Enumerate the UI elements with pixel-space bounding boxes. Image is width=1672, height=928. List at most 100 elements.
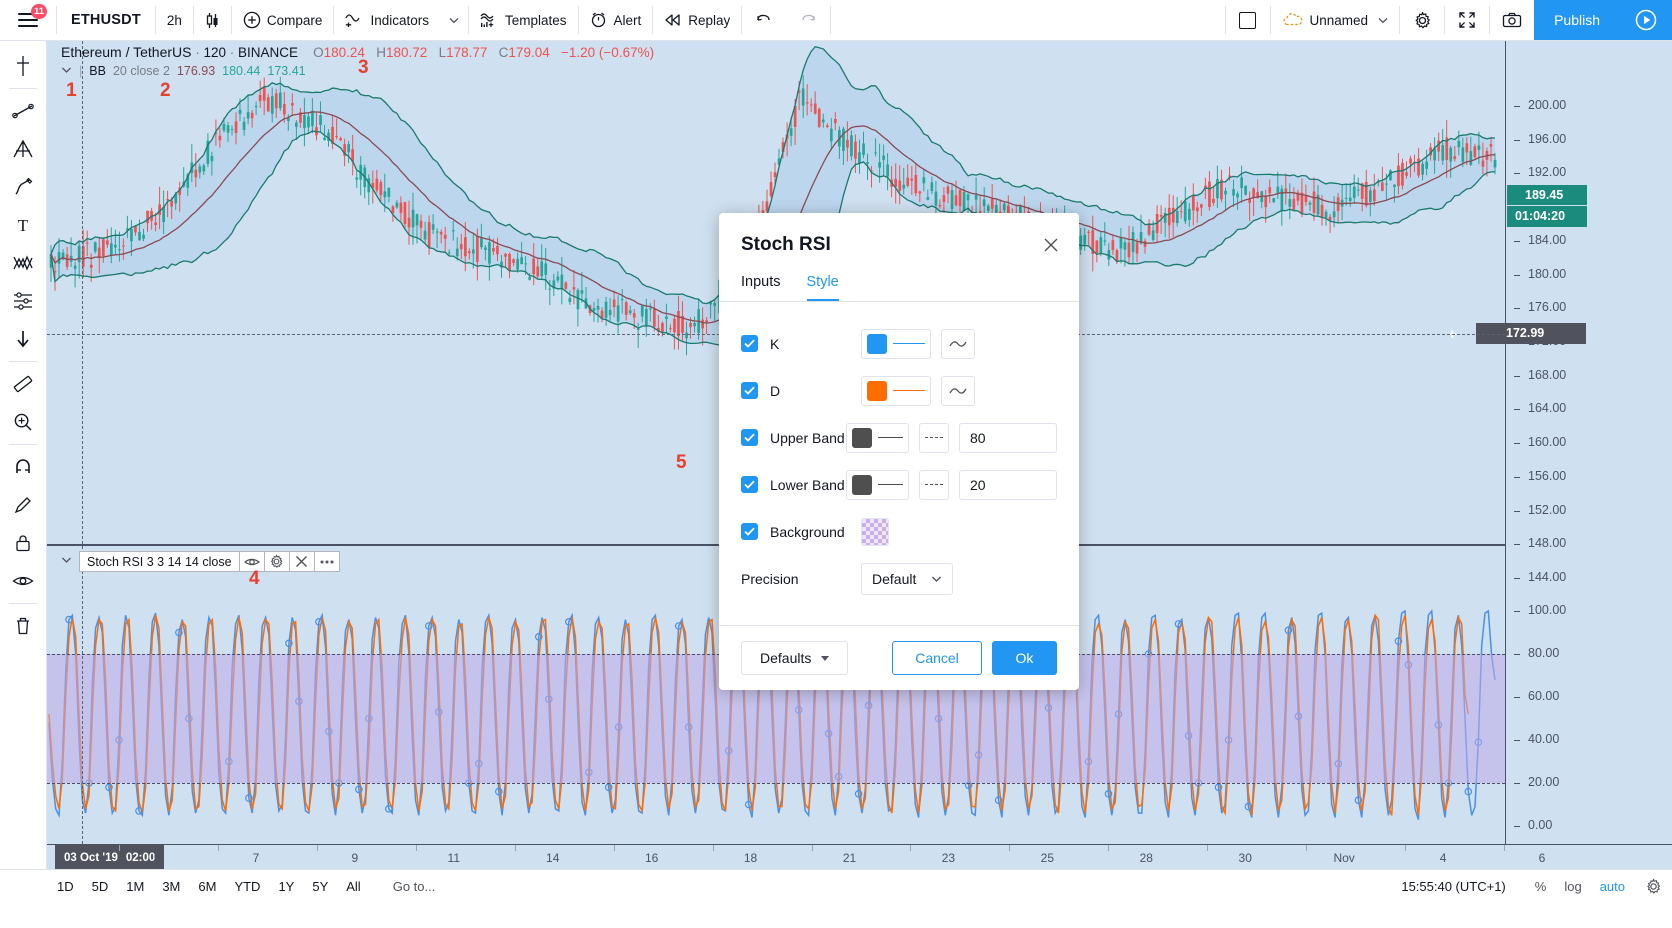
k-color-picker[interactable] — [861, 328, 931, 359]
symbol-button[interactable]: ETHUSDT — [57, 0, 155, 40]
last-price-label[interactable]: 189.45 — [1507, 184, 1587, 205]
main-menu-button[interactable]: 11 — [0, 0, 56, 40]
candle — [1328, 214, 1332, 233]
candle — [488, 235, 491, 281]
indicators-dropdown-button[interactable] — [440, 0, 468, 40]
patterns-tool[interactable] — [4, 244, 42, 282]
lower-band-value-input[interactable] — [958, 469, 1057, 500]
lower-band-checkbox[interactable] — [741, 476, 758, 493]
indicator-settings-button[interactable] — [264, 551, 290, 572]
chevron-down-icon[interactable] — [61, 556, 72, 567]
compare-label: Compare — [266, 12, 323, 28]
go-button[interactable] — [1620, 0, 1672, 40]
range-button-ytd[interactable]: YTD — [226, 876, 268, 897]
templates-button[interactable]: Templates — [469, 0, 578, 40]
stoch-rsi-settings-dialog[interactable]: Stoch RSI Inputs Style K D Upper Band 80… — [719, 213, 1079, 690]
range-button-1y[interactable]: 1Y — [270, 876, 302, 897]
publish-button[interactable]: Publish — [1534, 0, 1620, 40]
indicator-more-button[interactable] — [314, 551, 340, 572]
indicators-button[interactable]: Indicators — [334, 0, 440, 40]
interval-button[interactable]: 2h — [156, 0, 193, 40]
auto-scale-button[interactable]: auto — [1591, 876, 1634, 897]
log-scale-button[interactable]: log — [1555, 876, 1590, 897]
indicator-title[interactable]: Stoch RSI 3 3 14 14 close — [79, 551, 240, 572]
magnet-tool[interactable] — [4, 448, 42, 486]
cursor-time: 02:00 — [125, 852, 156, 864]
remove-drawings-tool[interactable] — [4, 607, 42, 645]
countdown-label: 01:04:20 — [1507, 205, 1587, 227]
indicator-tick-label: 20.00 — [1528, 775, 1560, 789]
lower-band-dash-button[interactable] — [918, 469, 949, 500]
arrow-down-tool[interactable] — [4, 320, 42, 358]
background-color-swatch[interactable] — [861, 517, 889, 546]
range-button-5d[interactable]: 5D — [84, 876, 117, 897]
hide-drawings-tool[interactable] — [4, 562, 42, 600]
ok-button[interactable]: Ok — [992, 641, 1057, 675]
measure-tool[interactable] — [4, 365, 42, 403]
lock-tool[interactable] — [4, 524, 42, 562]
defaults-button[interactable]: Defaults — [741, 641, 849, 675]
upper-band-checkbox[interactable] — [741, 429, 758, 446]
compare-button[interactable]: Compare — [232, 0, 334, 40]
undo-button[interactable] — [742, 0, 786, 40]
background-checkbox[interactable] — [741, 523, 758, 540]
bb-indicator-legend[interactable]: | BB 20 close 2 176.93 180.44 173.41 — [61, 64, 306, 78]
redo-button[interactable] — [786, 0, 830, 40]
upper-band-value-input[interactable] — [958, 422, 1057, 453]
clock-label[interactable]: 15:55:40 (UTC+1) — [1401, 879, 1505, 894]
chart-properties-button[interactable] — [1634, 878, 1672, 895]
replay-button[interactable]: Replay — [653, 0, 741, 40]
time-tick-label: 4 — [1439, 851, 1447, 865]
d-checkbox[interactable] — [741, 382, 758, 399]
price-axis[interactable]: 200.00196.00192.00184.00180.00176.00172.… — [1448, 41, 1672, 844]
tab-inputs[interactable]: Inputs — [741, 274, 781, 301]
top-toolbar: 11 ETHUSDT 2h Compare Indicators Templat… — [0, 0, 1672, 41]
precision-select[interactable]: Default — [861, 562, 953, 595]
layout-button[interactable] — [1226, 0, 1270, 40]
candle — [769, 171, 773, 198]
percent-scale-button[interactable]: % — [1526, 876, 1556, 897]
range-button-6m[interactable]: 6M — [190, 876, 224, 897]
k-line-style-button[interactable] — [941, 328, 975, 359]
trend-line-tool[interactable] — [4, 92, 42, 130]
chevron-down-icon[interactable] — [61, 66, 72, 77]
time-tick-label: 18 — [743, 851, 758, 865]
candle — [363, 164, 367, 199]
close-icon[interactable] — [1039, 233, 1063, 257]
time-axis[interactable]: 03 Oct '19 02:00 5 7 9 11 14 16 18 21 23 25 28 30 No… — [47, 844, 1672, 871]
drawing-mode-tool[interactable] — [4, 486, 42, 524]
upper-band-color-picker[interactable] — [846, 422, 909, 453]
goto-button[interactable]: Go to... — [385, 876, 444, 897]
range-button-all[interactable]: All — [338, 876, 368, 897]
alert-button[interactable]: Alert — [579, 0, 653, 40]
range-button-1d[interactable]: 1D — [49, 876, 82, 897]
save-layout-button[interactable]: Unnamed — [1271, 0, 1400, 40]
price-tick — [1514, 443, 1520, 445]
text-tool[interactable]: T — [4, 206, 42, 244]
snapshot-button[interactable] — [1490, 0, 1534, 40]
cancel-button[interactable]: Cancel — [892, 641, 982, 675]
indicator-legend[interactable]: Stoch RSI 3 3 14 14 close — [61, 551, 340, 572]
chart-settings-button[interactable] — [1400, 0, 1444, 40]
time-tick-label: 14 — [546, 851, 560, 865]
pitchfork-tool[interactable] — [4, 130, 42, 168]
range-button-1m[interactable]: 1M — [118, 876, 152, 897]
d-line-style-button[interactable] — [941, 375, 975, 406]
d-color-picker[interactable] — [861, 375, 931, 406]
upper-band-dash-button[interactable] — [918, 422, 949, 453]
range-button-3m[interactable]: 3M — [154, 876, 188, 897]
tab-style[interactable]: Style — [806, 274, 839, 301]
candle — [1244, 185, 1247, 196]
chart-type-button[interactable] — [194, 0, 231, 40]
brush-tool[interactable] — [4, 168, 42, 206]
k-checkbox[interactable] — [741, 335, 758, 352]
legend-close-label: C — [498, 45, 509, 60]
zoom-tool[interactable] — [4, 403, 42, 441]
forecast-tool[interactable] — [4, 282, 42, 320]
indicator-remove-button[interactable] — [289, 551, 315, 572]
range-button-5y[interactable]: 5Y — [304, 876, 336, 897]
lower-band-line — [47, 783, 1505, 784]
lower-band-color-picker[interactable] — [846, 469, 909, 500]
cross-cursor-tool[interactable] — [4, 47, 42, 85]
fullscreen-button[interactable] — [1445, 0, 1489, 40]
